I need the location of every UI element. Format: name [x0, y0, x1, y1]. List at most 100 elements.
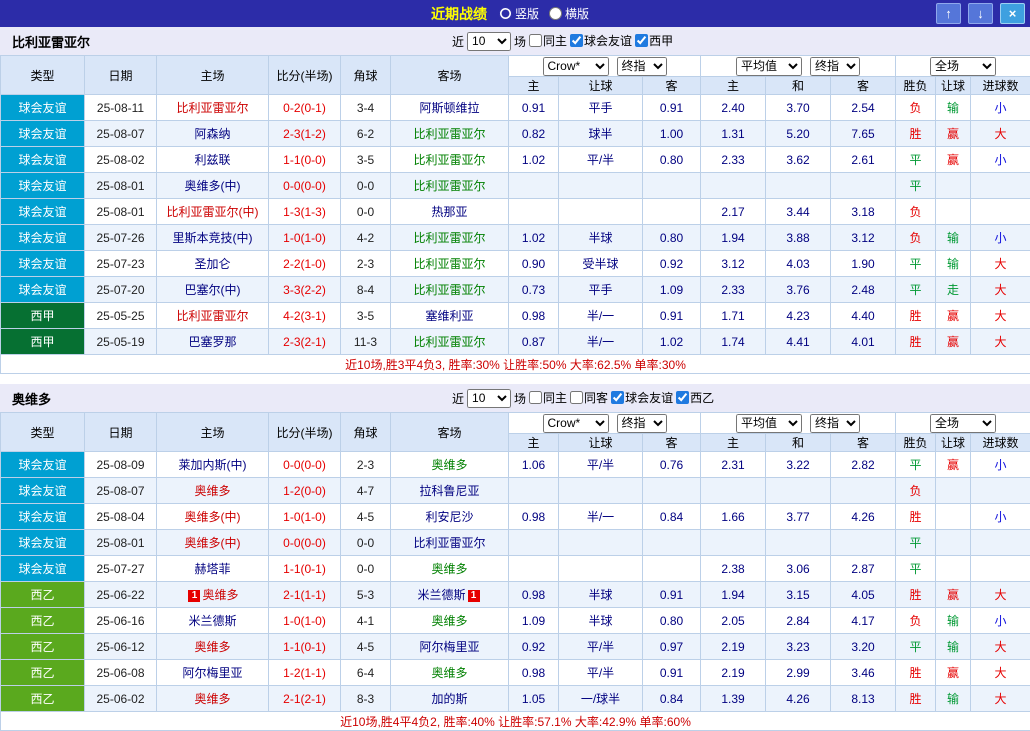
away-team-cell[interactable]: 比利亚雷亚尔: [391, 225, 509, 251]
home-team-cell[interactable]: 阿尔梅里亚: [157, 660, 269, 686]
home-team-cell[interactable]: 比利亚雷亚尔: [157, 303, 269, 329]
same-home-checkbox[interactable]: [529, 34, 542, 47]
away-team-cell[interactable]: 比利亚雷亚尔: [391, 530, 509, 556]
away-team-cell[interactable]: 比利亚雷亚尔: [391, 147, 509, 173]
home-team-cell[interactable]: 圣加仑: [157, 251, 269, 277]
away-team-cell[interactable]: 塞维利亚: [391, 303, 509, 329]
euro-home-odds-cell: 2.31: [701, 452, 766, 478]
move-down-button[interactable]: ↓: [968, 3, 993, 24]
away-team-cell[interactable]: 热那亚: [391, 199, 509, 225]
same-home-filter[interactable]: 同主: [529, 389, 567, 406]
handicap-mode-select[interactable]: 终指: [617, 414, 667, 433]
home-team-cell[interactable]: 利兹联: [157, 147, 269, 173]
euro-draw-odds-cell: 2.99: [766, 660, 831, 686]
match-count-select[interactable]: 10: [467, 32, 511, 51]
vertical-layout-option[interactable]: 竖版: [499, 5, 539, 22]
same-home-filter[interactable]: 同主: [529, 32, 567, 49]
goals-result-cell: 大: [971, 121, 1030, 147]
home-team-cell[interactable]: 阿森纳: [157, 121, 269, 147]
euro-source-select[interactable]: 平均值: [736, 57, 802, 76]
handicap-home-odds-cell: [509, 530, 559, 556]
handicap-result-cell: 输: [936, 686, 971, 712]
horizontal-layout-option[interactable]: 横版: [549, 5, 589, 22]
bookmaker-select[interactable]: Crow*: [543, 414, 609, 433]
match-count-select[interactable]: 10: [467, 389, 511, 408]
same-away-filter[interactable]: 同客: [570, 389, 608, 406]
euro-draw-odds-cell: [766, 173, 831, 199]
handicap-home-odds-cell: 1.09: [509, 608, 559, 634]
home-team-cell[interactable]: 比利亚雷亚尔: [157, 95, 269, 121]
home-team-cell[interactable]: 巴塞罗那: [157, 329, 269, 355]
away-team-cell[interactable]: 阿尔梅里亚: [391, 634, 509, 660]
col-header-home: 主场: [157, 413, 269, 452]
away-team-cell[interactable]: 奥维多: [391, 608, 509, 634]
home-team-cell[interactable]: 里斯本竞技(中): [157, 225, 269, 251]
home-team-cell[interactable]: 奥维多(中): [157, 504, 269, 530]
team-name-text: 奥维多(中): [185, 510, 241, 524]
red-card-badge: 1: [188, 590, 200, 602]
match-row: 球会友谊25-08-01奥维多(中)0-0(0-0)0-0比利亚雷亚尔平: [1, 530, 1030, 556]
same-away-checkbox[interactable]: [570, 391, 583, 404]
result-cell: 平: [896, 251, 936, 277]
close-icon[interactable]: ×: [1000, 3, 1025, 24]
team-name-text: 比利亚雷亚尔: [413, 536, 485, 550]
home-team-cell[interactable]: 奥维多(中): [157, 530, 269, 556]
corners-cell: 8-4: [341, 277, 391, 303]
away-team-cell[interactable]: 比利亚雷亚尔: [391, 329, 509, 355]
vertical-layout-radio[interactable]: [499, 7, 512, 20]
same-home-checkbox[interactable]: [529, 391, 542, 404]
home-team-cell[interactable]: 米兰德斯: [157, 608, 269, 634]
home-team-cell[interactable]: 赫塔菲: [157, 556, 269, 582]
handicap-line-cell: [559, 199, 643, 225]
away-team-cell[interactable]: 比利亚雷亚尔: [391, 277, 509, 303]
away-team-cell[interactable]: 奥维多: [391, 660, 509, 686]
home-team-cell[interactable]: 1奥维多: [157, 582, 269, 608]
away-team-cell[interactable]: 比利亚雷亚尔: [391, 121, 509, 147]
away-team-cell[interactable]: 利安尼沙: [391, 504, 509, 530]
euro-mode-select[interactable]: 终指: [810, 414, 860, 433]
scope-select[interactable]: 全场: [930, 414, 996, 433]
home-team-cell[interactable]: 奥维多: [157, 634, 269, 660]
euro-source-select[interactable]: 平均值: [736, 414, 802, 433]
laliga2-filter[interactable]: 西乙: [676, 389, 714, 406]
euro-draw-odds-cell: 3.62: [766, 147, 831, 173]
horizontal-layout-radio[interactable]: [549, 7, 562, 20]
home-team-cell[interactable]: 比利亚雷亚尔(中): [157, 199, 269, 225]
laliga-checkbox[interactable]: [635, 34, 648, 47]
move-up-button[interactable]: ↑: [936, 3, 961, 24]
away-team-cell[interactable]: 加的斯: [391, 686, 509, 712]
date-cell: 25-08-02: [85, 147, 157, 173]
away-team-cell[interactable]: 奥维多: [391, 452, 509, 478]
laliga2-checkbox[interactable]: [676, 391, 689, 404]
scope-select[interactable]: 全场: [930, 57, 996, 76]
euro-away-odds-cell: 8.13: [831, 686, 896, 712]
match-row: 球会友谊25-08-01比利亚雷亚尔(中)1-3(1-3)0-0热那亚2.173…: [1, 199, 1030, 225]
home-team-cell[interactable]: 奥维多: [157, 686, 269, 712]
away-team-cell[interactable]: 拉科鲁尼亚: [391, 478, 509, 504]
date-cell: 25-08-07: [85, 121, 157, 147]
home-team-cell[interactable]: 奥维多(中): [157, 173, 269, 199]
team-name-text: 奥维多: [194, 640, 230, 654]
home-team-cell[interactable]: 巴塞尔(中): [157, 277, 269, 303]
away-team-cell[interactable]: 阿斯顿维拉: [391, 95, 509, 121]
euro-draw-odds-cell: 3.88: [766, 225, 831, 251]
club-friendly-checkbox[interactable]: [570, 34, 583, 47]
match-row: 球会友谊25-07-27赫塔菲1-1(0-1)0-0奥维多2.383.062.8…: [1, 556, 1030, 582]
team-name-text: 圣加仑: [194, 257, 230, 271]
date-cell: 25-05-19: [85, 329, 157, 355]
subcol-euro-away: 客: [831, 77, 896, 95]
home-team-cell[interactable]: 奥维多: [157, 478, 269, 504]
club-friendly-checkbox[interactable]: [611, 391, 624, 404]
away-team-cell[interactable]: 米兰德斯1: [391, 582, 509, 608]
away-team-cell[interactable]: 比利亚雷亚尔: [391, 173, 509, 199]
bookmaker-select[interactable]: Crow*: [543, 57, 609, 76]
club-friendly-filter[interactable]: 球会友谊: [611, 389, 673, 406]
laliga-filter[interactable]: 西甲: [635, 32, 673, 49]
club-friendly-filter[interactable]: 球会友谊: [570, 32, 632, 49]
euro-mode-select[interactable]: 终指: [810, 57, 860, 76]
handicap-mode-select[interactable]: 终指: [617, 57, 667, 76]
away-team-cell[interactable]: 比利亚雷亚尔: [391, 251, 509, 277]
home-team-cell[interactable]: 莱加内斯(中): [157, 452, 269, 478]
away-team-cell[interactable]: 奥维多: [391, 556, 509, 582]
euro-away-odds-cell: 2.61: [831, 147, 896, 173]
